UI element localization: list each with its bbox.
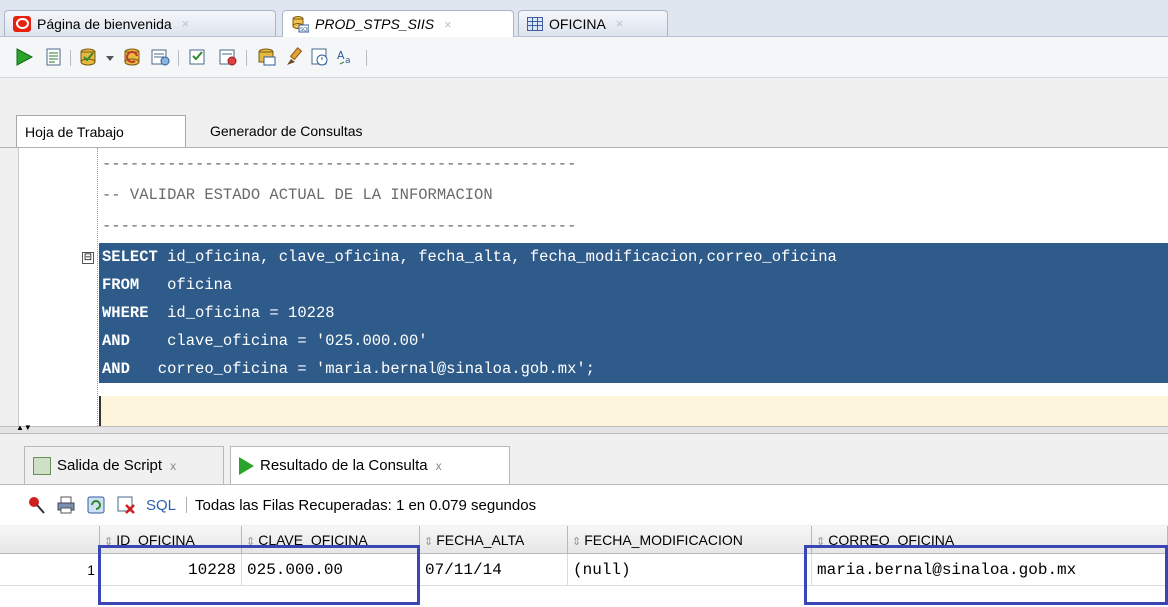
table-icon [527,16,543,31]
row-number: 1 [0,554,100,586]
oracle-logo-icon [13,15,31,32]
sql-keyword: FROM [102,276,140,294]
run-script-icon[interactable] [44,47,64,67]
tab-prod-stps-siis[interactable]: SQL PROD_STPS_SIIS × [282,10,514,37]
tab-resultado-de-la-consulta[interactable]: Resultado de la Consulta x [230,446,510,484]
tab-label: Hoja de Trabajo [25,123,124,140]
column-header-fecha-modificacion[interactable]: ⇕ FECHA_MODIFICACION [568,526,812,554]
code-text: id_oficina, clave_oficina, fecha_alta, f… [157,248,837,266]
code-line: -- VALIDAR ESTADO ACTUAL DE LA INFORMACI… [102,186,493,204]
worksheet-toolbar: Aa [0,37,1168,78]
dropdown-arrow-icon[interactable] [104,47,116,67]
column-header-fecha-alta[interactable]: ⇕ FECHA_ALTA [420,526,568,554]
code-text: clave_oficina = '025.000.00' [129,332,428,350]
sql-keyword: AND [102,332,130,350]
tab-label: Generador de Consultas [210,123,363,139]
worksheet-tab-bar: Hoja de Trabajo Generador de Consultas [0,115,1168,148]
code-line: AND correo_oficina = 'maria.bernal@sinal… [99,355,1168,383]
sql-keyword: AND [102,360,130,378]
code-text: id_oficina = 10228 [148,304,335,322]
sql-editor[interactable]: ⊟ --------------------------------------… [18,148,1168,426]
close-tab-icon[interactable]: x [170,459,176,473]
autotrace-icon[interactable] [150,47,170,67]
close-tab-icon[interactable]: × [444,17,452,32]
query-result-icon [239,456,254,475]
sort-icon: ⇕ [572,536,582,548]
refresh-icon[interactable] [86,495,106,515]
format-icon[interactable]: Aa [336,47,358,67]
tab-label: Resultado de la Consulta [260,457,428,474]
panel-splitter[interactable]: ▲▼ [0,424,1168,434]
output-tab-bar: Salida de Script x Resultado de la Consu… [0,440,1168,485]
tab-generador-de-consultas[interactable]: Generador de Consultas [202,115,432,147]
print-icon[interactable] [56,495,76,515]
tab-label: Página de bienvenida [37,15,172,32]
code-line: SELECT id_oficina, clave_oficina, fecha_… [99,243,1168,271]
sql-connection-icon: SQL [291,15,310,33]
cell-fecha-alta[interactable]: 07/11/14 [420,554,568,586]
sql-keyword: WHERE [102,304,149,322]
line-gutter [19,148,97,426]
svg-text:a: a [345,56,351,66]
code-line: ----------------------------------------… [102,155,577,173]
tab-label: Salida de Script [57,457,163,474]
tab-hoja-de-trabajo[interactable]: Hoja de Trabajo [16,115,186,147]
code-line: ----------------------------------------… [102,217,577,235]
document-tab-bar: Página de bienvenida × SQL PROD_STPS_SII… [0,0,1168,37]
script-output-icon [33,456,51,475]
tab-salida-de-script[interactable]: Salida de Script x [24,446,224,484]
tab-pagina-de-bienvenida[interactable]: Página de bienvenida × [4,10,276,36]
results-grid[interactable]: ⇕ ID_OFICINA ⇕ CLAVE_OFICINA ⇕ FECHA_ALTA ⇕… [0,526,1168,607]
sql-history-icon[interactable] [256,47,276,67]
fetch-status: Todas las Filas Recuperadas: 1 en 0.079 … [195,496,537,514]
tab-label: PROD_STPS_SIIS [315,16,435,32]
highlight-box [98,545,420,605]
current-line[interactable] [99,396,1168,426]
tab-oficina[interactable]: OFICINA × [518,10,668,36]
code-line: AND clave_oficina = '025.000.00' [99,327,1168,355]
sql-keyword: SELECT [102,248,158,266]
close-tab-icon[interactable]: x [436,459,442,473]
svg-text:A: A [337,49,345,62]
unshared-worksheet-icon[interactable] [310,47,330,67]
sql-link[interactable]: SQL [146,497,176,514]
results-toolbar: SQL Todas las Filas Recuperadas: 1 en 0.… [0,485,1168,525]
code-line: WHERE id_oficina = 10228 [99,299,1168,327]
pin-icon[interactable] [26,495,46,515]
svg-text:SQL: SQL [300,27,309,33]
fold-toggle-icon[interactable]: ⊟ [82,252,94,264]
explain-plan-icon[interactable] [188,47,208,67]
run-statement-icon[interactable] [14,47,34,67]
tab-label: OFICINA [549,15,606,32]
code-text: correo_oficina = 'maria.bernal@sinaloa.g… [129,360,595,378]
sql-tuning-icon[interactable] [218,47,238,67]
commit-icon[interactable] [78,47,98,67]
rollback-icon[interactable] [122,47,142,67]
close-tab-icon[interactable]: × [182,16,190,31]
row-header-corner [0,526,100,554]
sort-icon: ⇕ [424,536,434,548]
column-header-label: FECHA_ALTA [436,532,525,548]
cell-fecha-modificacion[interactable]: (null) [568,554,812,586]
cancel-query-icon[interactable] [116,495,136,515]
splitter-arrows-icon[interactable]: ▲▼ [16,424,32,432]
column-header-label: FECHA_MODIFICACION [584,532,743,548]
code-text: oficina [139,276,233,294]
close-tab-icon[interactable]: × [616,16,624,31]
clear-icon[interactable] [284,47,304,67]
highlight-box [804,545,1168,605]
code-line: FROM oficina [99,271,1168,299]
